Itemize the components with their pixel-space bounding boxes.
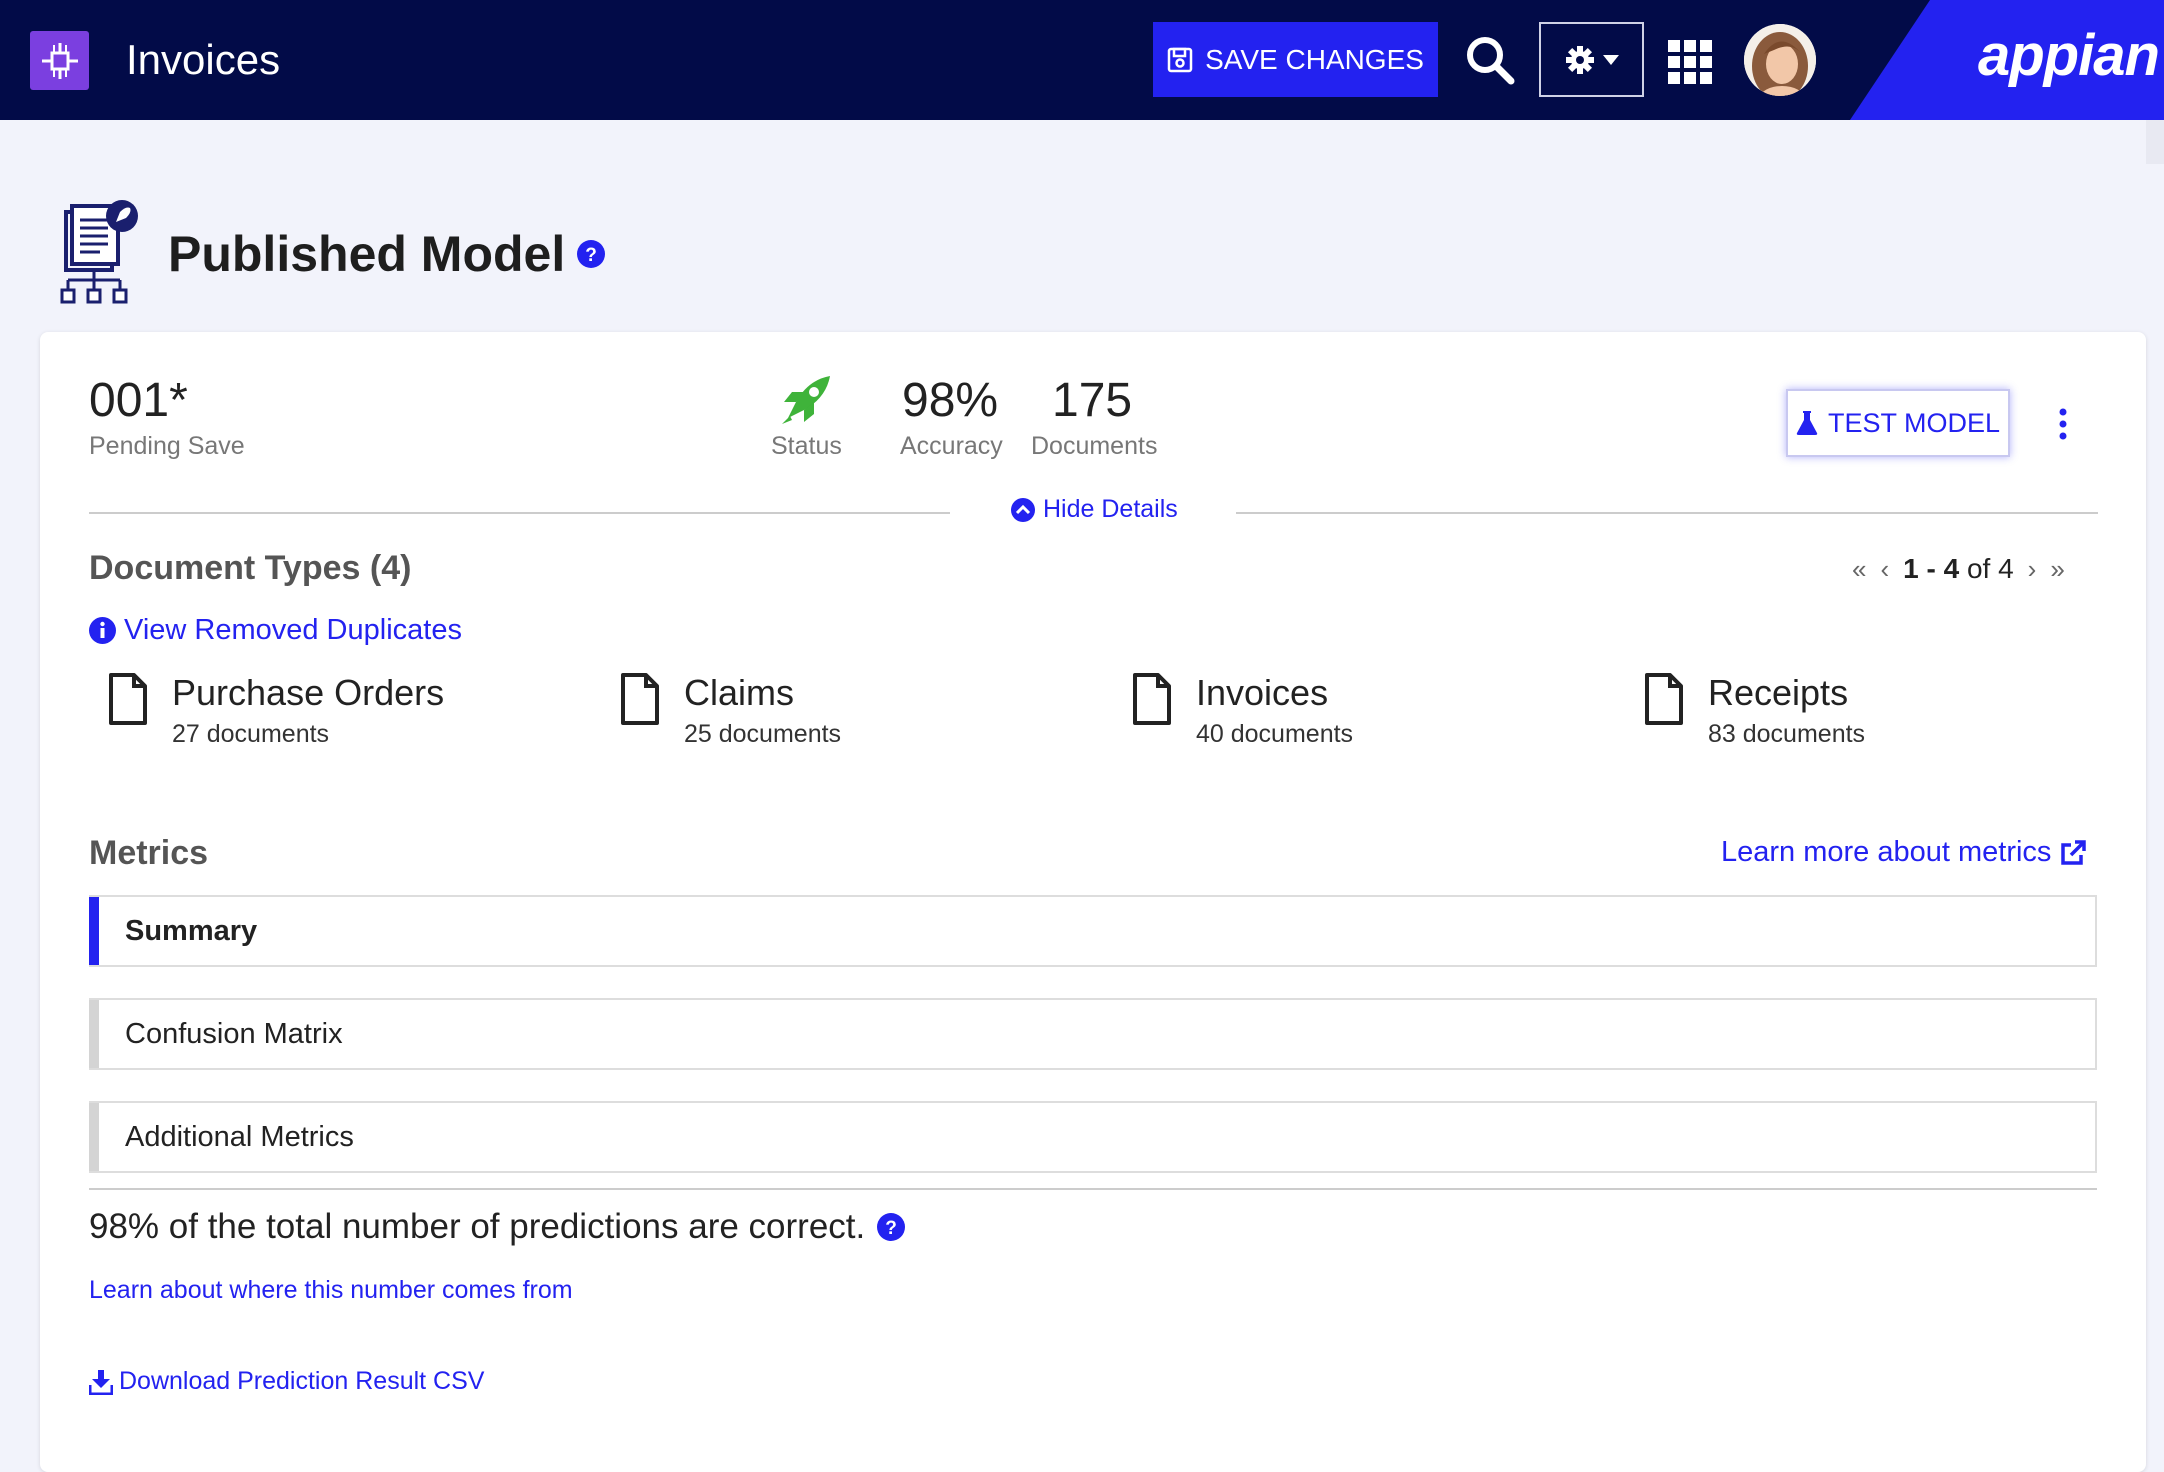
- app-launcher-icon[interactable]: [1668, 40, 1713, 85]
- pager-range: 1 - 4: [1903, 553, 1960, 584]
- svg-text:?: ?: [585, 245, 597, 266]
- top-header: Invoices SAVE CHANGES appian: [0, 0, 2164, 120]
- document-type-count: 27 documents: [172, 720, 330, 748]
- document-type-item[interactable]: Purchase Orders 27 documents: [108, 672, 444, 749]
- section-indicator: [89, 1103, 99, 1171]
- documents-label: Documents: [1031, 432, 1158, 460]
- pager-total: of 4: [1966, 553, 2014, 584]
- test-model-label: TEST MODEL: [1827, 407, 2001, 438]
- first-page-icon[interactable]: «: [1852, 554, 1866, 585]
- download-csv-link[interactable]: Download Prediction Result CSV: [89, 1367, 484, 1396]
- document-type-count: 83 documents: [1708, 720, 1866, 748]
- floppy-disk-icon: [1167, 47, 1193, 72]
- page-title: Published Model: [168, 226, 566, 282]
- section-indicator: [89, 1000, 99, 1068]
- metrics-section-confusion-matrix[interactable]: Confusion Matrix: [89, 998, 2097, 1070]
- user-photo: [1744, 24, 1816, 96]
- document-type-item[interactable]: Invoices 40 documents: [1132, 672, 1353, 749]
- document-types-title: Document Types (4): [89, 549, 412, 587]
- search-icon[interactable]: [1464, 34, 1516, 86]
- document-type-item[interactable]: Claims 25 documents: [620, 672, 841, 749]
- external-link-icon: [2061, 839, 2087, 865]
- summary-text: 98% of the total number of predictions a…: [89, 1207, 866, 1246]
- save-changes-label: SAVE CHANGES: [1205, 43, 1424, 75]
- document-type-count: 25 documents: [684, 720, 842, 748]
- gear-icon: [1565, 45, 1594, 74]
- metrics-section-additional-metrics[interactable]: Additional Metrics: [89, 1101, 2097, 1173]
- documents-value: 175: [1052, 374, 1133, 427]
- last-page-icon[interactable]: »: [2050, 554, 2064, 585]
- test-model-button[interactable]: TEST MODEL: [1786, 389, 2010, 457]
- hide-details-link[interactable]: Hide Details: [1011, 495, 1178, 524]
- document-type-name: Receipts: [1708, 672, 1849, 713]
- version-status: Pending Save: [89, 432, 245, 460]
- user-avatar[interactable]: [1744, 24, 1816, 96]
- document-icon: [1645, 673, 1683, 725]
- status-label: Status: [771, 432, 842, 460]
- settings-menu-button[interactable]: [1539, 22, 1644, 97]
- hide-details-label: Hide Details: [1043, 495, 1178, 523]
- accuracy-label: Accuracy: [900, 432, 1003, 460]
- chevron-up-circle-icon: [1011, 497, 1035, 522]
- flask-icon: [1796, 411, 1818, 435]
- metrics-section-summary[interactable]: Summary: [89, 895, 2097, 967]
- summary-statement: 98% of the total number of predictions a…: [89, 1207, 906, 1247]
- document-type-name: Invoices: [1196, 672, 1329, 713]
- svg-text:?: ?: [885, 1218, 897, 1239]
- app-title: Invoices: [126, 36, 281, 83]
- document-type-name: Purchase Orders: [172, 672, 445, 713]
- view-removed-duplicates-link[interactable]: View Removed Duplicates: [89, 614, 462, 647]
- published-model-icon: [60, 200, 138, 304]
- document-type-name: Claims: [684, 672, 795, 713]
- rocket-icon: [782, 376, 830, 424]
- document-icon: [1133, 673, 1171, 725]
- metrics-divider: [89, 1188, 2097, 1190]
- circuit-icon: [41, 42, 78, 79]
- document-icon: [109, 673, 147, 725]
- next-page-icon[interactable]: ›: [2028, 554, 2037, 585]
- learn-more-metrics-label: Learn more about metrics: [1721, 836, 2052, 868]
- scroll-gutter: [2146, 120, 2164, 164]
- help-icon[interactable]: ?: [577, 240, 605, 268]
- download-icon: [89, 1369, 113, 1395]
- learn-where-number-link[interactable]: Learn about where this number comes from: [89, 1276, 573, 1305]
- view-removed-duplicates-label: View Removed Duplicates: [124, 614, 462, 646]
- metrics-section-label: Additional Metrics: [125, 1120, 354, 1153]
- document-type-count: 40 documents: [1196, 720, 1354, 748]
- model-version: 001*: [89, 374, 188, 427]
- metrics-section-label: Summary: [125, 914, 258, 947]
- accuracy-value: 98%: [902, 374, 999, 427]
- app-icon[interactable]: [30, 31, 89, 90]
- info-icon: [89, 617, 116, 644]
- previous-page-icon[interactable]: ‹: [1880, 554, 1889, 585]
- document-icon: [621, 673, 659, 725]
- download-csv-label: Download Prediction Result CSV: [119, 1367, 485, 1395]
- details-divider-right: [1236, 512, 2098, 514]
- learn-more-metrics-link[interactable]: Learn more about metrics: [1721, 836, 2087, 869]
- more-options-icon[interactable]: [2054, 406, 2072, 442]
- help-icon[interactable]: ?: [877, 1213, 906, 1241]
- metrics-title: Metrics: [89, 834, 209, 872]
- caret-down-icon: [1602, 54, 1619, 65]
- save-changes-button[interactable]: SAVE CHANGES: [1153, 22, 1438, 97]
- metrics-section-label: Confusion Matrix: [125, 1017, 343, 1050]
- selected-indicator: [89, 897, 99, 965]
- document-type-item[interactable]: Receipts 83 documents: [1644, 672, 1865, 749]
- document-types-pager: « ‹ 1 - 4 of 4 › »: [1852, 553, 2065, 585]
- details-divider-left: [89, 512, 950, 514]
- appian-logo: appian: [1978, 23, 2160, 88]
